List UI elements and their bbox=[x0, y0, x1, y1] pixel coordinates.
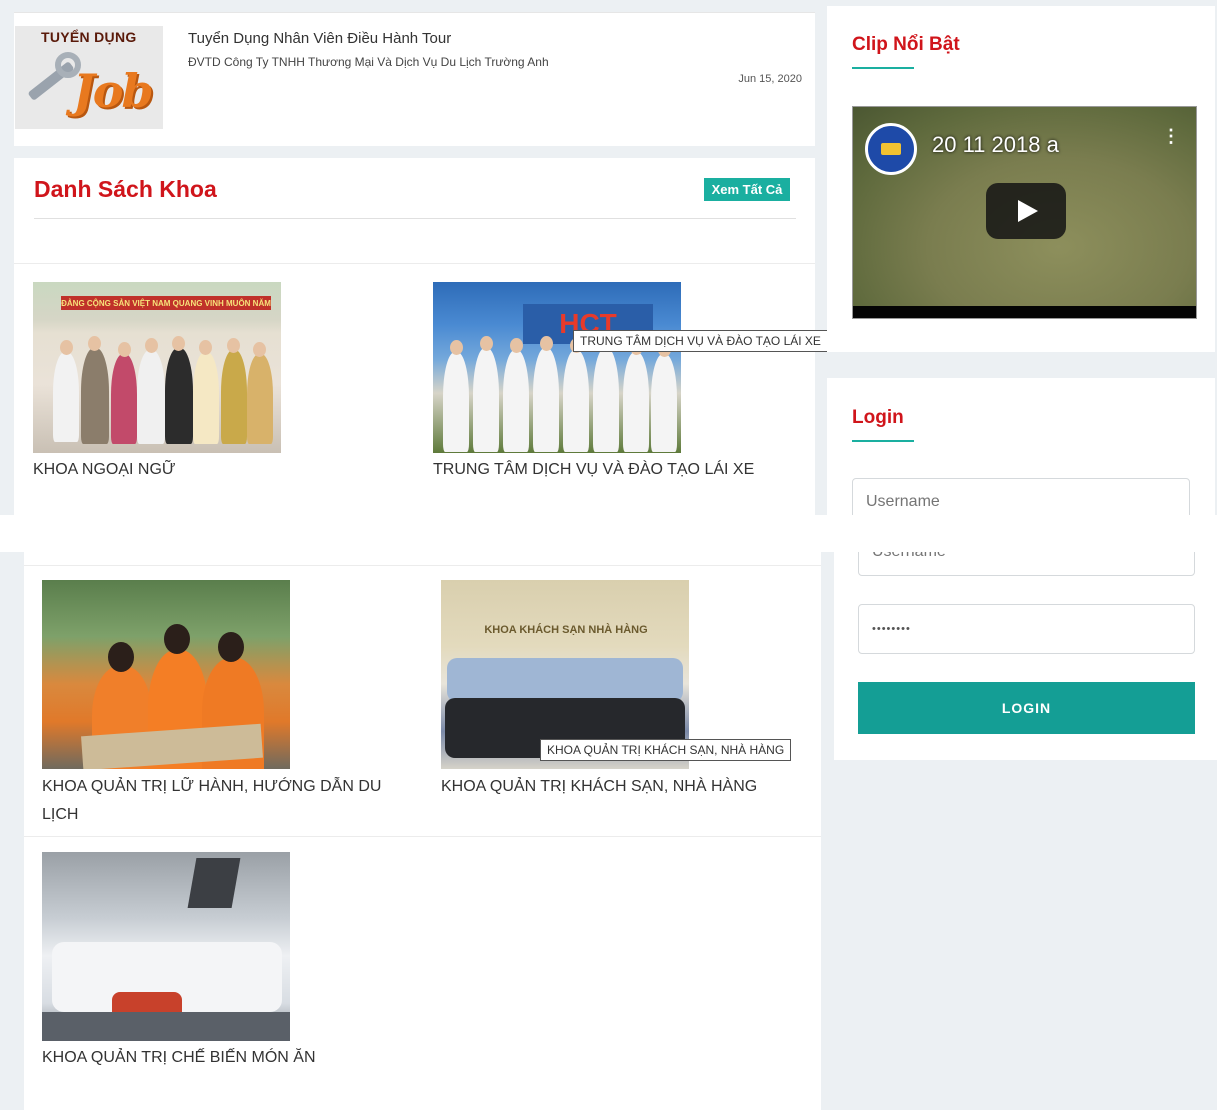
tooltip-hotel-restaurant: KHOA QUẢN TRỊ KHÁCH SẠN, NHÀ HÀNG bbox=[540, 739, 792, 761]
screenshot-top-segment: TUYỂN DỤNG Job Tuyển Dụng Nhân Viên Điều… bbox=[0, 0, 1217, 515]
dept-image-banner: KHOA KHÁCH SẠN NHÀ HÀNG bbox=[484, 624, 648, 636]
dept-label-driving-center[interactable]: TRUNG TÂM DỊCH VỤ VÀ ĐÀO TẠO LÁI XE bbox=[433, 456, 754, 484]
departments-card-continued: KHOA QUẢN TRỊ LỮ HÀNH, HƯỚNG DẪN DU LỊCH… bbox=[24, 552, 821, 1110]
section-divider bbox=[34, 218, 796, 219]
login-button[interactable]: LOGIN bbox=[858, 682, 1195, 734]
dept-image-culinary[interactable] bbox=[42, 852, 290, 1041]
job-company: ĐVTD Công Ty TNHH Thương Mại Và Dịch Vụ … bbox=[188, 55, 549, 69]
departments-title: Danh Sách Khoa bbox=[34, 176, 217, 202]
video-letterbox bbox=[853, 306, 1196, 318]
dept-label-foreign-languages[interactable]: KHOA NGOẠI NGỮ bbox=[33, 456, 176, 484]
departments-card: Danh Sách Khoa Xem Tất Cả ĐẢNG CỘNG SẢN … bbox=[14, 158, 828, 515]
video-player[interactable]: 20 11 2018 a ⋮ bbox=[852, 106, 1197, 319]
login-card-continued: LOGIN bbox=[834, 552, 1217, 760]
job-title-link[interactable]: Tuyển Dụng Nhân Viên Điều Hành Tour bbox=[188, 30, 451, 47]
job-thumbnail-word: Job bbox=[73, 64, 154, 118]
login-title: Login bbox=[852, 407, 904, 428]
more-options-icon[interactable]: ⋮ bbox=[1162, 127, 1180, 145]
featured-clip-card: Clip Nổi Bật 20 11 2018 a ⋮ bbox=[827, 6, 1215, 352]
job-thumbnail-tag: TUYỂN DỤNG bbox=[41, 29, 137, 45]
row-divider bbox=[24, 565, 821, 566]
dept-label-line: KHOA QUẢN TRỊ LỮ HÀNH, HƯỚNG DẪN DU bbox=[42, 778, 382, 795]
dept-label-culinary[interactable]: KHOA QUẢN TRỊ CHẾ BIẾN MÓN ĂN bbox=[42, 1044, 316, 1072]
username-input[interactable] bbox=[858, 552, 1195, 576]
job-date: Jun 15, 2020 bbox=[738, 73, 802, 85]
password-input[interactable] bbox=[858, 604, 1195, 654]
dept-image-driving-center[interactable]: HCT bbox=[433, 282, 681, 453]
title-underline bbox=[852, 67, 914, 69]
row-divider bbox=[14, 263, 815, 264]
featured-clip-title: Clip Nổi Bật bbox=[852, 34, 960, 55]
title-underline bbox=[852, 440, 914, 442]
job-card[interactable]: TUYỂN DỤNG Job Tuyển Dụng Nhân Viên Điều… bbox=[14, 12, 815, 146]
channel-logo-icon[interactable] bbox=[865, 123, 917, 175]
dept-image-foreign-languages[interactable]: ĐẢNG CỘNG SẢN VIỆT NAM QUANG VINH MUÔN N… bbox=[33, 282, 281, 453]
see-all-button[interactable]: Xem Tất Cả bbox=[704, 178, 790, 201]
job-thumbnail[interactable]: TUYỂN DỤNG Job bbox=[15, 26, 163, 129]
dept-image-tour-guide[interactable] bbox=[42, 580, 290, 769]
screenshot-bottom-segment: KHOA QUẢN TRỊ LỮ HÀNH, HƯỚNG DẪN DU LỊCH… bbox=[0, 552, 1217, 1110]
dept-label-line: LỊCH bbox=[42, 806, 79, 823]
dept-image-banner: ĐẢNG CỘNG SẢN VIỆT NAM QUANG VINH MUÔN N… bbox=[61, 296, 271, 310]
row-divider bbox=[24, 836, 821, 837]
dept-label-tour-guide[interactable]: KHOA QUẢN TRỊ LỮ HÀNH, HƯỚNG DẪN DU LỊCH bbox=[42, 773, 381, 829]
dept-label-hotel-restaurant[interactable]: KHOA QUẢN TRỊ KHÁCH SẠN, NHÀ HÀNG bbox=[441, 773, 757, 801]
play-button[interactable] bbox=[986, 183, 1066, 239]
play-icon bbox=[1018, 200, 1038, 222]
login-card: Login bbox=[827, 378, 1215, 515]
username-input[interactable] bbox=[852, 478, 1190, 515]
video-title[interactable]: 20 11 2018 a bbox=[932, 132, 1059, 158]
tooltip-driving-center: TRUNG TÂM DỊCH VỤ VÀ ĐÀO TẠO LÁI XE bbox=[573, 330, 828, 352]
